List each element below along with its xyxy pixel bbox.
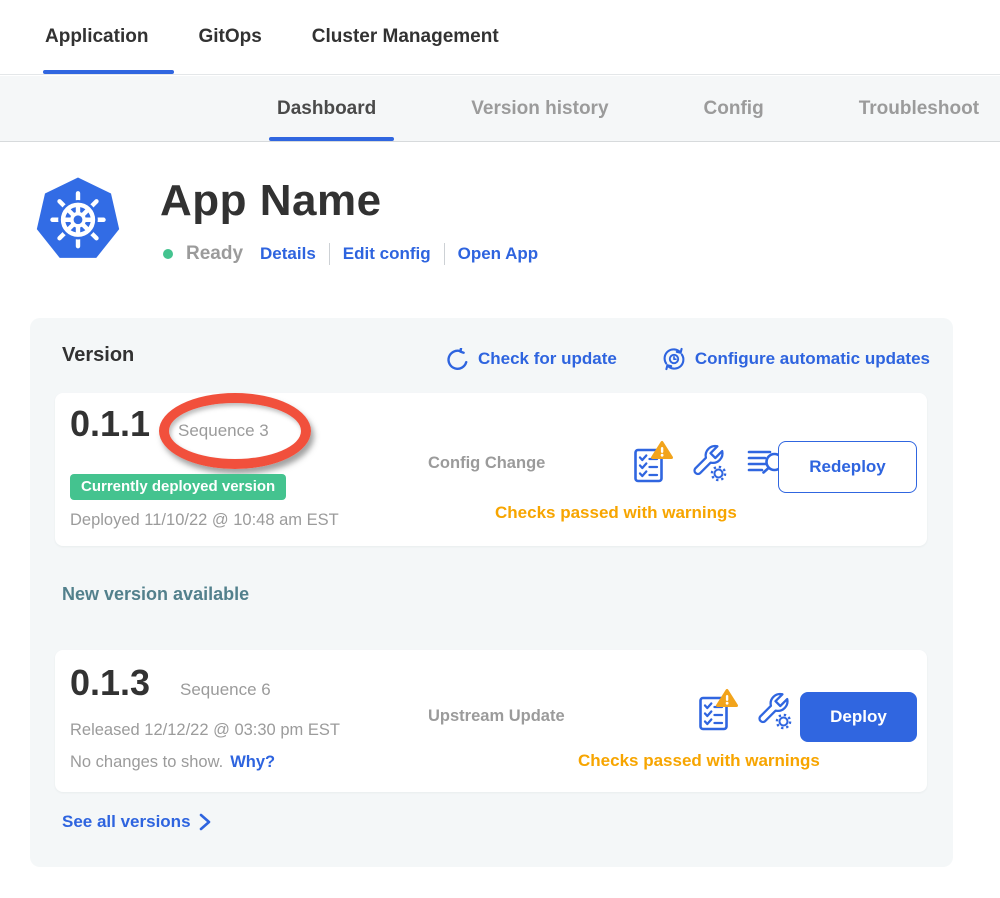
checks-status-text[interactable]: Checks passed with warnings <box>578 751 820 771</box>
see-all-versions-link[interactable]: See all versions <box>62 812 211 832</box>
deployed-sequence-label: Sequence 3 <box>178 421 269 441</box>
tab-application[interactable]: Application <box>45 0 148 74</box>
new-version-heading: New version available <box>62 584 249 605</box>
app-status-row: Ready Details Edit config Open App <box>163 243 538 265</box>
page-title: App Name <box>160 176 382 226</box>
divider <box>329 243 330 265</box>
available-version-number: 0.1.3 <box>70 662 150 704</box>
admin-console-page: Application GitOps Cluster Management Da… <box>0 0 1000 898</box>
primary-nav: Application GitOps Cluster Management <box>0 0 1000 75</box>
available-version-card: 0.1.3 Sequence 6 Released 12/12/22 @ 03:… <box>55 650 927 792</box>
preflight-checks-icon[interactable] <box>633 440 673 484</box>
deployed-version-number: 0.1.1 <box>70 403 150 445</box>
version-panel: Version Check for update Configur <box>30 318 953 867</box>
deploy-button[interactable]: Deploy <box>800 692 917 742</box>
tab-version-history[interactable]: Version history <box>471 76 608 141</box>
see-all-versions-label: See all versions <box>62 812 191 832</box>
tab-config[interactable]: Config <box>704 76 764 141</box>
configure-automatic-updates-link[interactable]: Configure automatic updates <box>662 347 930 371</box>
deployed-timestamp: Deployed 11/10/22 @ 10:48 am EST <box>70 511 339 530</box>
preflight-checks-icon[interactable] <box>698 688 738 732</box>
released-timestamp: Released 12/12/22 @ 03:30 pm EST <box>70 721 340 740</box>
check-for-update-label: Check for update <box>478 349 617 369</box>
why-link[interactable]: Why? <box>230 753 275 772</box>
tab-gitops[interactable]: GitOps <box>198 0 261 74</box>
changes-note-row: No changes to show. Why? <box>70 753 275 772</box>
version-panel-actions: Check for update Configure automatic upd… <box>446 347 930 371</box>
edit-config-link[interactable]: Edit config <box>343 244 431 264</box>
divider <box>444 243 445 265</box>
config-edit-icon[interactable] <box>756 690 793 730</box>
app-status-label: Ready <box>186 243 243 265</box>
version-source-label: Config Change <box>428 454 545 473</box>
tab-troubleshoot[interactable]: Troubleshoot <box>859 76 979 141</box>
available-sequence-label: Sequence 6 <box>180 680 271 700</box>
deployed-status-icons <box>633 440 786 484</box>
tab-dashboard[interactable]: Dashboard <box>277 76 376 141</box>
ready-status-dot <box>163 249 173 259</box>
redeploy-button[interactable]: Redeploy <box>778 441 917 493</box>
checks-status-text[interactable]: Checks passed with warnings <box>495 503 737 523</box>
details-link[interactable]: Details <box>260 244 316 264</box>
version-source-label: Upstream Update <box>428 707 565 726</box>
deployed-version-card: 0.1.1 Sequence 3 Currently deployed vers… <box>55 393 927 546</box>
refresh-icon <box>446 348 469 371</box>
check-for-update-link[interactable]: Check for update <box>446 347 617 371</box>
configure-automatic-updates-label: Configure automatic updates <box>695 349 930 369</box>
scheduled-update-icon <box>662 347 686 371</box>
chevron-right-icon <box>199 812 211 832</box>
no-changes-text: No changes to show. <box>70 753 223 772</box>
open-app-link[interactable]: Open App <box>458 244 539 264</box>
version-panel-title: Version <box>62 344 134 367</box>
config-edit-icon[interactable] <box>691 442 728 482</box>
tab-cluster-management[interactable]: Cluster Management <box>312 0 499 74</box>
available-status-icons <box>698 688 793 732</box>
secondary-nav: Dashboard Version history Config Trouble… <box>0 76 1000 142</box>
kubernetes-logo <box>34 174 122 262</box>
currently-deployed-badge: Currently deployed version <box>70 474 286 500</box>
